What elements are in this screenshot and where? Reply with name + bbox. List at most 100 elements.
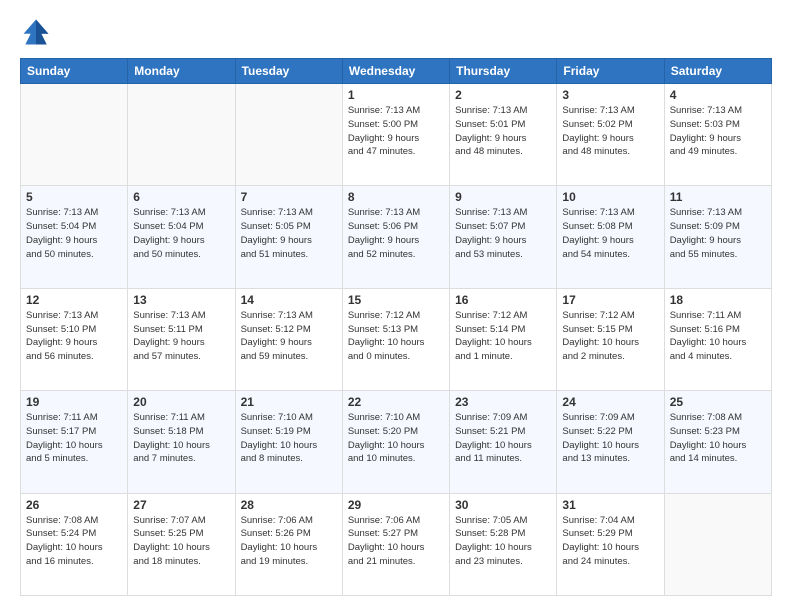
day-info: Sunrise: 7:13 AM Sunset: 5:12 PM Dayligh… (241, 309, 337, 364)
calendar-cell: 21 Sunrise: 7:10 AM Sunset: 5:19 PM Dayli… (235, 391, 342, 493)
day-info: Sunrise: 7:11 AM Sunset: 5:18 PM Dayligh… (133, 411, 229, 466)
calendar-cell: 13Sunrise: 7:13 AM Sunset: 5:11 PM Dayli… (128, 288, 235, 390)
calendar-cell: 20 Sunrise: 7:11 AM Sunset: 5:18 PM Dayli… (128, 391, 235, 493)
day-number: 24 (562, 395, 658, 409)
calendar-cell (235, 84, 342, 186)
calendar-week-row: 5 Sunrise: 7:13 AM Sunset: 5:04 PM Daylig… (21, 186, 772, 288)
calendar-week-row: 19Sunrise: 7:11 AM Sunset: 5:17 PM Dayli… (21, 391, 772, 493)
calendar-cell: 27 Sunrise: 7:07 AM Sunset: 5:25 PM Dayli… (128, 493, 235, 595)
calendar-cell: 17 Sunrise: 7:12 AM Sunset: 5:15 PM Dayli… (557, 288, 664, 390)
day-info: Sunrise: 7:12 AM Sunset: 5:13 PM Dayligh… (348, 309, 444, 364)
weekday-header: Sunday (21, 59, 128, 84)
day-info: Sunrise: 7:10 AM Sunset: 5:19 PM Dayligh… (241, 411, 337, 466)
day-number: 10 (562, 190, 658, 204)
calendar-week-row: 1 Sunrise: 7:13 AM Sunset: 5:00 PM Daylig… (21, 84, 772, 186)
day-number: 7 (241, 190, 337, 204)
logo-icon (20, 16, 52, 48)
calendar-cell: 19Sunrise: 7:11 AM Sunset: 5:17 PM Dayli… (21, 391, 128, 493)
calendar-cell: 18 Sunrise: 7:11 AM Sunset: 5:16 PM Dayli… (664, 288, 771, 390)
weekday-header: Wednesday (342, 59, 449, 84)
day-info: Sunrise: 7:05 AM Sunset: 5:28 PM Dayligh… (455, 514, 551, 569)
day-number: 21 (241, 395, 337, 409)
day-info: Sunrise: 7:10 AM Sunset: 5:20 PM Dayligh… (348, 411, 444, 466)
day-number: 4 (670, 88, 766, 102)
day-info: Sunrise: 7:13 AM Sunset: 5:03 PM Dayligh… (670, 104, 766, 159)
day-info: Sunrise: 7:13 AM Sunset: 5:09 PM Dayligh… (670, 206, 766, 261)
calendar-cell: 2 Sunrise: 7:13 AM Sunset: 5:01 PM Daylig… (450, 84, 557, 186)
calendar-cell (664, 493, 771, 595)
calendar-cell: 16 Sunrise: 7:12 AM Sunset: 5:14 PM Dayli… (450, 288, 557, 390)
day-info: Sunrise: 7:12 AM Sunset: 5:15 PM Dayligh… (562, 309, 658, 364)
calendar-cell: 11 Sunrise: 7:13 AM Sunset: 5:09 PM Dayli… (664, 186, 771, 288)
weekday-header: Friday (557, 59, 664, 84)
day-info: Sunrise: 7:13 AM Sunset: 5:08 PM Dayligh… (562, 206, 658, 261)
logo (20, 16, 56, 48)
day-number: 27 (133, 498, 229, 512)
day-number: 31 (562, 498, 658, 512)
header (20, 16, 772, 48)
day-info: Sunrise: 7:13 AM Sunset: 5:04 PM Dayligh… (133, 206, 229, 261)
calendar-cell: 9Sunrise: 7:13 AM Sunset: 5:07 PM Daylig… (450, 186, 557, 288)
calendar-cell (21, 84, 128, 186)
day-number: 16 (455, 293, 551, 307)
calendar-cell: 31Sunrise: 7:04 AM Sunset: 5:29 PM Dayli… (557, 493, 664, 595)
calendar-cell: 22 Sunrise: 7:10 AM Sunset: 5:20 PM Dayli… (342, 391, 449, 493)
page: SundayMondayTuesdayWednesdayThursdayFrid… (0, 0, 792, 612)
day-info: Sunrise: 7:06 AM Sunset: 5:27 PM Dayligh… (348, 514, 444, 569)
calendar-cell: 26Sunrise: 7:08 AM Sunset: 5:24 PM Dayli… (21, 493, 128, 595)
day-info: Sunrise: 7:13 AM Sunset: 5:02 PM Dayligh… (562, 104, 658, 159)
calendar-cell: 5 Sunrise: 7:13 AM Sunset: 5:04 PM Daylig… (21, 186, 128, 288)
day-info: Sunrise: 7:13 AM Sunset: 5:07 PM Dayligh… (455, 206, 551, 261)
day-number: 15 (348, 293, 444, 307)
calendar-cell: 3 Sunrise: 7:13 AM Sunset: 5:02 PM Daylig… (557, 84, 664, 186)
day-number: 1 (348, 88, 444, 102)
day-info: Sunrise: 7:11 AM Sunset: 5:16 PM Dayligh… (670, 309, 766, 364)
calendar-cell: 7 Sunrise: 7:13 AM Sunset: 5:05 PM Daylig… (235, 186, 342, 288)
calendar-cell: 28 Sunrise: 7:06 AM Sunset: 5:26 PM Dayli… (235, 493, 342, 595)
day-info: Sunrise: 7:06 AM Sunset: 5:26 PM Dayligh… (241, 514, 337, 569)
day-number: 11 (670, 190, 766, 204)
calendar-week-row: 26Sunrise: 7:08 AM Sunset: 5:24 PM Dayli… (21, 493, 772, 595)
day-number: 2 (455, 88, 551, 102)
weekday-header: Thursday (450, 59, 557, 84)
day-number: 3 (562, 88, 658, 102)
day-info: Sunrise: 7:13 AM Sunset: 5:01 PM Dayligh… (455, 104, 551, 159)
day-number: 8 (348, 190, 444, 204)
calendar-cell: 14 Sunrise: 7:13 AM Sunset: 5:12 PM Dayli… (235, 288, 342, 390)
calendar-cell: 4 Sunrise: 7:13 AM Sunset: 5:03 PM Daylig… (664, 84, 771, 186)
day-info: Sunrise: 7:13 AM Sunset: 5:05 PM Dayligh… (241, 206, 337, 261)
weekday-header: Saturday (664, 59, 771, 84)
day-info: Sunrise: 7:13 AM Sunset: 5:00 PM Dayligh… (348, 104, 444, 159)
calendar-cell: 15 Sunrise: 7:12 AM Sunset: 5:13 PM Dayli… (342, 288, 449, 390)
day-info: Sunrise: 7:11 AM Sunset: 5:17 PM Dayligh… (26, 411, 122, 466)
calendar-cell: 29 Sunrise: 7:06 AM Sunset: 5:27 PM Dayli… (342, 493, 449, 595)
day-number: 22 (348, 395, 444, 409)
calendar-cell: 23Sunrise: 7:09 AM Sunset: 5:21 PM Dayli… (450, 391, 557, 493)
day-number: 5 (26, 190, 122, 204)
day-number: 20 (133, 395, 229, 409)
weekday-header: Tuesday (235, 59, 342, 84)
calendar-cell: 30 Sunrise: 7:05 AM Sunset: 5:28 PM Dayli… (450, 493, 557, 595)
day-number: 30 (455, 498, 551, 512)
day-info: Sunrise: 7:07 AM Sunset: 5:25 PM Dayligh… (133, 514, 229, 569)
calendar-cell: 6 Sunrise: 7:13 AM Sunset: 5:04 PM Daylig… (128, 186, 235, 288)
day-info: Sunrise: 7:12 AM Sunset: 5:14 PM Dayligh… (455, 309, 551, 364)
calendar-cell: 24Sunrise: 7:09 AM Sunset: 5:22 PM Dayli… (557, 391, 664, 493)
day-number: 18 (670, 293, 766, 307)
calendar-cell: 1 Sunrise: 7:13 AM Sunset: 5:00 PM Daylig… (342, 84, 449, 186)
calendar-cell (128, 84, 235, 186)
day-info: Sunrise: 7:08 AM Sunset: 5:23 PM Dayligh… (670, 411, 766, 466)
day-number: 23 (455, 395, 551, 409)
calendar-table: SundayMondayTuesdayWednesdayThursdayFrid… (20, 58, 772, 596)
day-number: 14 (241, 293, 337, 307)
day-info: Sunrise: 7:13 AM Sunset: 5:06 PM Dayligh… (348, 206, 444, 261)
day-number: 29 (348, 498, 444, 512)
calendar-cell: 10 Sunrise: 7:13 AM Sunset: 5:08 PM Dayli… (557, 186, 664, 288)
day-number: 28 (241, 498, 337, 512)
day-info: Sunrise: 7:13 AM Sunset: 5:10 PM Dayligh… (26, 309, 122, 364)
day-number: 6 (133, 190, 229, 204)
day-number: 26 (26, 498, 122, 512)
day-info: Sunrise: 7:13 AM Sunset: 5:04 PM Dayligh… (26, 206, 122, 261)
day-info: Sunrise: 7:13 AM Sunset: 5:11 PM Dayligh… (133, 309, 229, 364)
day-number: 17 (562, 293, 658, 307)
